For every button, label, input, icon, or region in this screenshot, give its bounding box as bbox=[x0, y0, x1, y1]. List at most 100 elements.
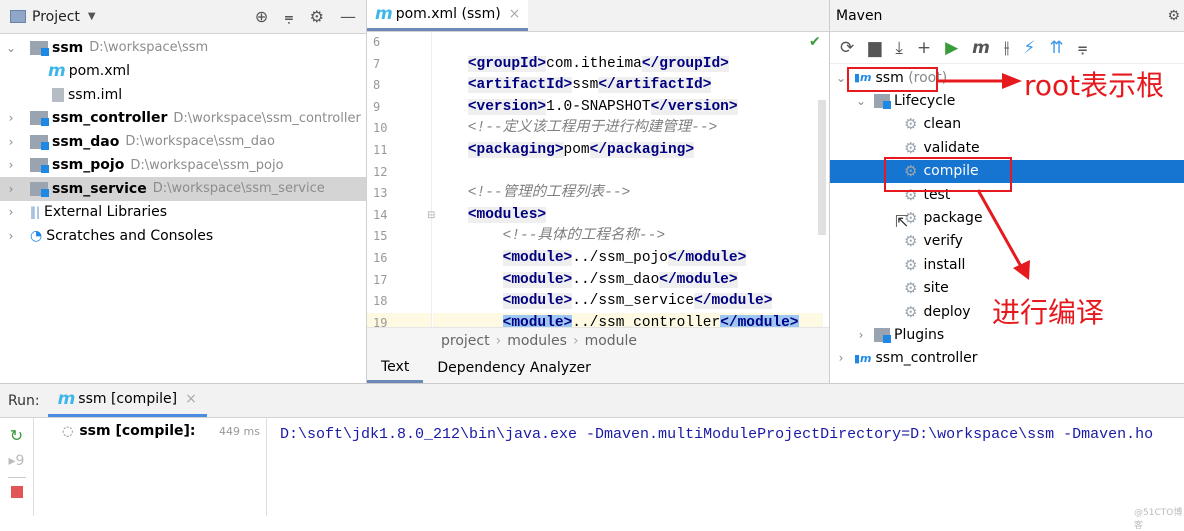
reload-icon[interactable]: ⟳ bbox=[840, 38, 854, 58]
breadcrumb-item[interactable]: project bbox=[441, 333, 490, 349]
breadcrumb-item[interactable]: modules bbox=[507, 333, 567, 349]
toggle-offline-icon[interactable]: ▸9 bbox=[9, 453, 25, 469]
chevron-right-icon[interactable]: › bbox=[834, 351, 848, 365]
line-number: 18 bbox=[373, 294, 388, 309]
chevron-right-icon[interactable]: › bbox=[4, 135, 18, 149]
lifecycle-label: Lifecycle bbox=[894, 93, 956, 110]
annotation-box-root bbox=[847, 67, 938, 92]
editor-tab-pom-xml[interactable]: m pom.xml (ssm) × bbox=[367, 0, 529, 31]
tree-item-ssm-iml[interactable]: ssm.iml bbox=[0, 83, 366, 107]
maven-toolbar: ⟳ ▆ ⤓ + ▶ m ⫲ ⚡ ⇈ ⩦ bbox=[830, 32, 1184, 64]
project-panel: Project ▼ ⊕ ⩦ ⚙ — ⌄ ssm D:\workspace\ssm… bbox=[0, 0, 367, 383]
chevron-right-icon[interactable]: › bbox=[4, 111, 18, 125]
rerun-icon[interactable]: ↻ bbox=[10, 426, 23, 445]
stop-icon[interactable] bbox=[10, 486, 23, 498]
annotation-arrow-root bbox=[938, 73, 1022, 89]
chevron-down-icon[interactable]: ⌄ bbox=[854, 94, 868, 108]
breadcrumb-item[interactable]: module bbox=[585, 333, 637, 349]
annotation-compile-note: 进行编译 bbox=[992, 296, 1105, 329]
show-dependencies-icon[interactable]: ⇈ bbox=[1049, 38, 1063, 58]
plus-icon[interactable]: + bbox=[917, 38, 931, 58]
run-tab-ssm-compile[interactable]: m ssm [compile] × bbox=[47, 384, 207, 417]
code-line: <!--管理的工程列表--> bbox=[467, 185, 631, 202]
annotation-root-note: root表示根 bbox=[1024, 69, 1165, 102]
gear-icon[interactable]: ⚙ bbox=[1167, 8, 1180, 24]
maven-icon: m bbox=[48, 61, 66, 82]
tree-item-label: ssm.iml bbox=[68, 86, 123, 103]
run-tree-item[interactable]: ◌ ssm [compile]: 449 ms bbox=[34, 418, 266, 444]
tree-item-label: ssm_service bbox=[52, 180, 147, 197]
breadcrumb: project › modules › module bbox=[367, 327, 829, 353]
chevron-down-icon[interactable]: ⌄ bbox=[834, 71, 848, 85]
line-number: 12 bbox=[373, 164, 388, 179]
code-line: <!--具体的工程名称--> bbox=[502, 228, 666, 245]
run-duration: 449 ms bbox=[219, 424, 260, 438]
download-icon[interactable]: ⤓ bbox=[895, 38, 903, 58]
line-number: 15 bbox=[373, 229, 388, 244]
toggle-offline-icon[interactable]: ⫲ bbox=[1004, 38, 1010, 58]
plugins-folder-icon bbox=[874, 327, 891, 343]
editor-scrollbar[interactable] bbox=[818, 100, 826, 235]
tab-label: pom.xml (ssm) bbox=[395, 6, 501, 22]
tree-item-pom-xml[interactable]: m pom.xml bbox=[0, 60, 366, 84]
project-view-selector[interactable]: Project bbox=[32, 9, 80, 25]
library-icon: ‖| bbox=[30, 205, 41, 220]
tree-item-scratches[interactable]: › ◔ Scratches and Consoles bbox=[0, 224, 366, 248]
chevron-right-icon[interactable]: › bbox=[4, 205, 18, 219]
module-folder-icon bbox=[30, 40, 49, 56]
tree-item-ssm-dao[interactable]: › ssm_dao D:\workspace\ssm_dao bbox=[0, 130, 366, 154]
chevron-down-icon[interactable]: ▼ bbox=[88, 11, 96, 22]
tab-text[interactable]: Text bbox=[367, 353, 424, 383]
tree-item-ssm-pojo[interactable]: › ssm_pojo D:\workspace\ssm_pojo bbox=[0, 154, 366, 178]
gear-icon[interactable]: ⚙ bbox=[310, 7, 324, 27]
code-line: <module>../ssm_pojo</module> bbox=[502, 249, 747, 266]
gear-icon: ⚙ bbox=[904, 232, 918, 251]
close-icon[interactable]: × bbox=[509, 6, 521, 22]
editor-panel: m pom.xml (ssm) × ✔ 6 7 8 9 10 11 12 13 … bbox=[367, 0, 829, 383]
locate-icon[interactable]: ⊕ bbox=[255, 7, 268, 27]
maven-project-ssm-controller[interactable]: › ▮m ssm_controller bbox=[830, 347, 1184, 370]
phase-label: validate bbox=[923, 139, 980, 156]
tree-item-label: ssm bbox=[52, 39, 84, 56]
project-panel-header: Project ▼ ⊕ ⩦ ⚙ — bbox=[0, 0, 366, 34]
phase-clean[interactable]: ⚙ clean bbox=[830, 113, 1184, 136]
line-number: 17 bbox=[373, 272, 388, 287]
module-folder-icon bbox=[30, 158, 49, 174]
tree-item-ssm[interactable]: ⌄ ssm D:\workspace\ssm bbox=[0, 36, 366, 60]
collapse-all-icon[interactable]: ⩦ bbox=[1078, 38, 1088, 58]
chevron-right-icon[interactable]: › bbox=[4, 182, 18, 196]
module-folder-icon bbox=[30, 111, 49, 127]
add-folder-icon[interactable]: ▆ bbox=[868, 38, 881, 58]
tab-dependency-analyzer[interactable]: Dependency Analyzer bbox=[423, 353, 605, 383]
annotation-box-compile bbox=[884, 157, 1012, 192]
tree-item-path: D:\workspace\ssm_controller bbox=[173, 110, 361, 126]
close-icon[interactable]: × bbox=[185, 391, 197, 407]
run-tree: ◌ ssm [compile]: 449 ms bbox=[34, 418, 267, 516]
tree-item-ssm-controller[interactable]: › ssm_controller D:\workspace\ssm_contro… bbox=[0, 107, 366, 131]
phase-label: package bbox=[923, 210, 983, 227]
chevron-right-icon[interactable]: › bbox=[854, 328, 868, 342]
chevron-down-icon[interactable]: ⌄ bbox=[4, 41, 18, 55]
chevron-right-icon[interactable]: › bbox=[4, 229, 18, 243]
minimize-icon[interactable]: — bbox=[340, 7, 356, 27]
run-panel: Run: m ssm [compile] × ↻ ▸9 ◌ ssm [compi… bbox=[0, 383, 1184, 531]
tree-item-path: D:\workspace\ssm_dao bbox=[125, 134, 275, 150]
gear-icon: ⚙ bbox=[904, 115, 918, 134]
gear-icon: ⚙ bbox=[904, 302, 918, 321]
skip-tests-icon[interactable]: ⚡ bbox=[1023, 38, 1035, 58]
maven-project-icon: ▮m bbox=[854, 351, 872, 365]
chevron-right-icon[interactable]: › bbox=[4, 158, 18, 172]
maven-goal-icon[interactable]: m bbox=[972, 38, 990, 58]
line-number: 10 bbox=[373, 121, 388, 136]
code-area[interactable]: <groupId>com.itheima</groupId> <artifact… bbox=[433, 32, 823, 327]
run-icon[interactable]: ▶ bbox=[945, 38, 958, 58]
annotation-arrow-compile bbox=[976, 189, 1030, 280]
module-folder-icon bbox=[30, 134, 49, 150]
line-number: 6 bbox=[373, 35, 381, 49]
gear-icon: ⚙ bbox=[904, 279, 918, 298]
code-line: <!--定义该工程用于进行构建管理--> bbox=[467, 120, 718, 137]
tree-item-ssm-service[interactable]: › ssm_service D:\workspace\ssm_service bbox=[0, 177, 366, 201]
tree-item-external-libraries[interactable]: › ‖| External Libraries bbox=[0, 201, 366, 225]
console-output[interactable]: D:\soft\jdk1.8.0_212\bin\java.exe -Dmave… bbox=[268, 418, 1184, 516]
collapse-all-icon[interactable]: ⩦ bbox=[284, 7, 293, 27]
